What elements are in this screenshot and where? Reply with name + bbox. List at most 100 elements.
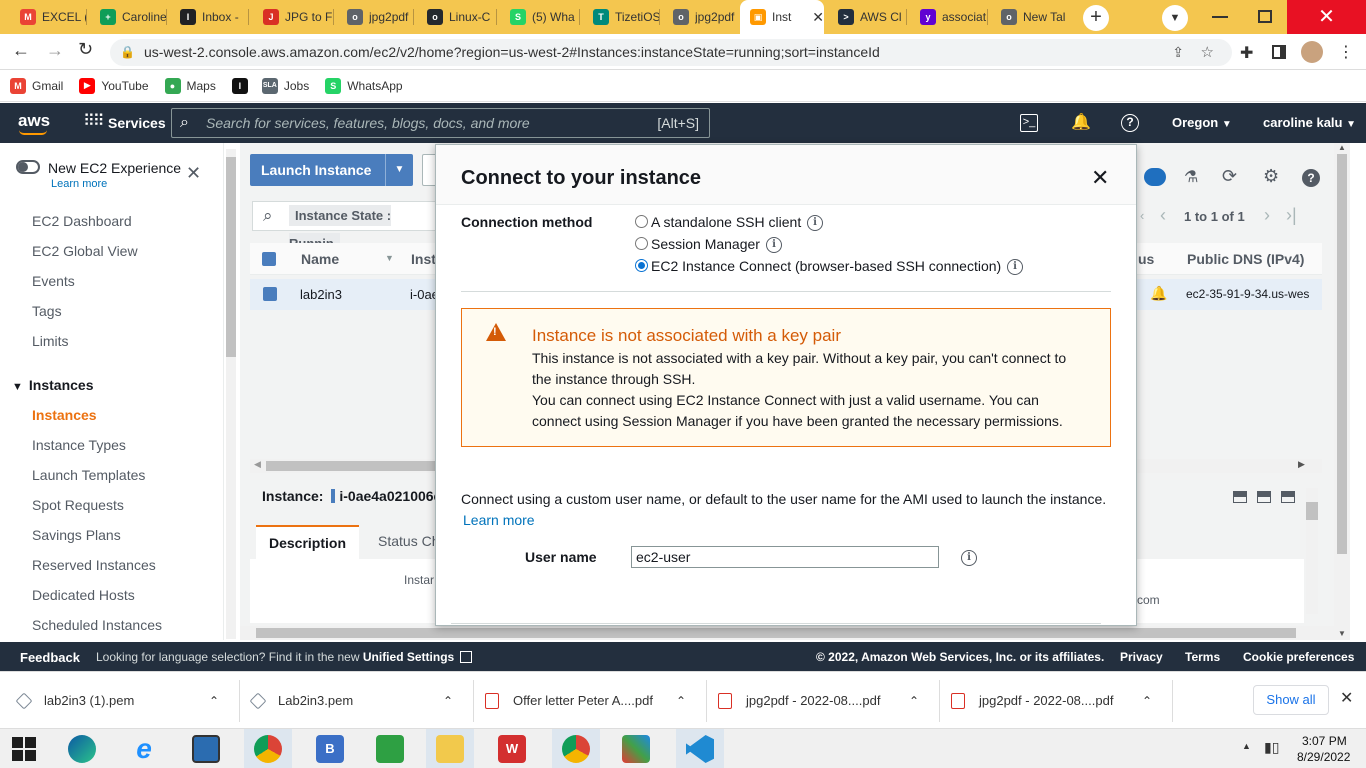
tab-description[interactable]: Description <box>256 525 359 559</box>
tab-close-icon[interactable]: ✕ <box>812 9 824 26</box>
help-circle-icon[interactable]: ? <box>1302 169 1320 187</box>
account-menu[interactable]: caroline kalu ▼ <box>1263 103 1356 143</box>
notifications-bell-icon[interactable]: 🔔 <box>1071 103 1091 143</box>
sidebar-item[interactable]: Events <box>32 273 75 289</box>
feedback-link[interactable]: Feedback <box>20 650 80 665</box>
lenovo-icon[interactable] <box>182 729 230 768</box>
terms-link[interactable]: Terms <box>1185 650 1220 664</box>
bookmark-item[interactable]: ▶ YouTube <box>79 77 149 94</box>
close-window-button[interactable]: ✕ <box>1287 0 1366 34</box>
settings-gear-icon[interactable]: ⚙ <box>1263 166 1279 187</box>
split-bottom-icon[interactable] <box>1233 491 1247 503</box>
cloudshell-icon[interactable]: >_ <box>1020 114 1038 132</box>
bottom-horizontal-scrollbar[interactable] <box>240 626 1334 640</box>
bookmark-item[interactable]: I <box>231 77 254 94</box>
browser-tab[interactable]: o jpg2pdf <box>663 0 742 34</box>
row-checkbox[interactable] <box>263 287 277 301</box>
sidebar-subitem[interactable]: Reserved Instances <box>32 557 156 573</box>
sidebar-subitem[interactable]: Instances <box>32 407 97 423</box>
sidebar-item[interactable]: Tags <box>32 303 62 319</box>
download-chevron-icon[interactable]: ⌃ <box>209 694 219 708</box>
refresh-icon[interactable]: ⟳ <box>1222 166 1237 187</box>
download-chevron-icon[interactable]: ⌃ <box>909 694 919 708</box>
modal-close-icon[interactable]: ✕ <box>1091 165 1109 191</box>
split-view-icons[interactable] <box>1233 491 1295 503</box>
page-scroll-up-icon[interactable]: ▲ <box>1334 143 1350 152</box>
profile-avatar[interactable] <box>1301 41 1323 63</box>
sidebar-subitem[interactable]: Instance Types <box>32 437 126 453</box>
unified-settings-link[interactable]: Unified Settings <box>363 650 454 664</box>
browser-tab[interactable]: y associat <box>910 0 987 34</box>
tray-chevron-icon[interactable]: ▲ <box>1242 741 1251 751</box>
bottom-scrollbar-thumb[interactable] <box>256 628 1296 638</box>
file-explorer-icon[interactable] <box>426 729 474 768</box>
detail-scrollbar[interactable] <box>1306 488 1318 614</box>
row-alarm-icon[interactable]: 🔔 <box>1150 285 1167 302</box>
browser-tab[interactable]: I Inbox - <box>170 0 248 34</box>
launch-caret-icon[interactable]: ▼ <box>385 154 413 186</box>
next-page-icon[interactable]: › <box>1264 205 1270 226</box>
url-field[interactable]: 🔒 us-west-2.console.aws.amazon.com/ec2/v… <box>110 39 1232 66</box>
column-public-dns[interactable]: Public DNS (IPv4) <box>1187 251 1304 267</box>
browser-tab[interactable]: J JPG to F <box>253 0 333 34</box>
select-all-checkbox[interactable] <box>262 252 276 266</box>
bookmark-item[interactable]: M Gmail <box>10 77 63 94</box>
scroll-right-icon[interactable]: ▶ <box>1298 459 1305 470</box>
browser-tab[interactable]: + Caroline <box>90 0 166 34</box>
store-icon[interactable] <box>366 729 414 768</box>
tray-device-icon[interactable]: ▮▯ <box>1264 739 1279 756</box>
tab-search-icon[interactable]: ▼ <box>1162 5 1188 31</box>
sidebar-subitem[interactable]: Savings Plans <box>32 527 121 543</box>
bookmark-star-icon[interactable]: ☆ <box>1201 39 1214 66</box>
new-experience-toggle[interactable] <box>16 160 40 174</box>
first-page-icon[interactable]: ‹ <box>1140 208 1144 223</box>
aws-search-input[interactable]: ⌕ Search for services, features, blogs, … <box>171 108 710 138</box>
username-info-icon[interactable]: i <box>961 550 977 566</box>
clock-date[interactable]: 8/29/2022 <box>1297 750 1350 764</box>
vscode-icon[interactable] <box>676 729 724 768</box>
connection-method-radio[interactable] <box>635 237 648 250</box>
share-icon[interactable]: ⇪ <box>1172 39 1184 66</box>
services-menu[interactable]: Services <box>108 103 166 143</box>
app-icon[interactable] <box>612 729 660 768</box>
last-page-icon[interactable]: ›| <box>1286 205 1297 226</box>
download-chevron-icon[interactable]: ⌃ <box>443 694 453 708</box>
download-item[interactable]: Offer letter Peter A....pdf ⌃ <box>485 672 707 729</box>
column-name[interactable]: Name <box>301 251 339 267</box>
lock-icon[interactable]: 🔒 <box>120 39 135 66</box>
download-chevron-icon[interactable]: ⌃ <box>676 694 686 708</box>
bluej-icon[interactable]: B <box>306 729 354 768</box>
aws-logo[interactable]: aws <box>18 103 50 143</box>
download-item[interactable]: jpg2pdf - 2022-08....pdf ⌃ <box>718 672 940 729</box>
instances-section-header[interactable]: ▼ Instances <box>12 377 93 393</box>
wps-icon[interactable]: W <box>488 729 536 768</box>
windows-start-icon[interactable] <box>0 729 48 768</box>
help-icon[interactable]: ? <box>1121 114 1139 132</box>
sidebar-item[interactable]: EC2 Global View <box>32 243 138 259</box>
split-full-icon[interactable] <box>1281 491 1295 503</box>
download-item[interactable]: Lab2in3.pem ⌃ <box>249 672 474 729</box>
close-icon[interactable]: ✕ <box>186 163 201 184</box>
browser-tab[interactable]: o Linux-C <box>417 0 496 34</box>
restore-button[interactable] <box>1258 10 1272 23</box>
page-scrollbar[interactable]: ▲ ▼ <box>1334 143 1350 640</box>
cookie-preferences-link[interactable]: Cookie preferences <box>1243 650 1354 664</box>
connection-method-radio[interactable] <box>635 215 648 228</box>
browser-tab[interactable]: T TizetiOS <box>583 0 659 34</box>
info-icon[interactable]: i <box>1007 259 1023 275</box>
connection-method-option[interactable]: Session Manager <box>651 236 760 252</box>
region-selector[interactable]: Oregon ▼ <box>1172 103 1232 143</box>
reload-icon[interactable]: ↻ <box>78 39 93 60</box>
column-instance[interactable]: Inst <box>411 251 436 267</box>
clock-time[interactable]: 3:07 PM <box>1302 734 1347 748</box>
info-icon[interactable]: i <box>766 237 782 253</box>
page-scroll-down-icon[interactable]: ▼ <box>1334 629 1350 638</box>
download-item[interactable]: lab2in3 (1).pem ⌃ <box>15 672 240 729</box>
sidebar-scrollbar-thumb[interactable] <box>226 157 236 357</box>
detail-scrollbar-thumb[interactable] <box>1306 502 1318 520</box>
connection-method-radio[interactable] <box>635 259 648 272</box>
chat-icon[interactable] <box>1144 168 1166 186</box>
sidebar-item[interactable]: Limits <box>32 333 69 349</box>
browser-tab[interactable]: S (5) Wha <box>500 0 579 34</box>
forward-icon[interactable]: → <box>46 40 64 61</box>
